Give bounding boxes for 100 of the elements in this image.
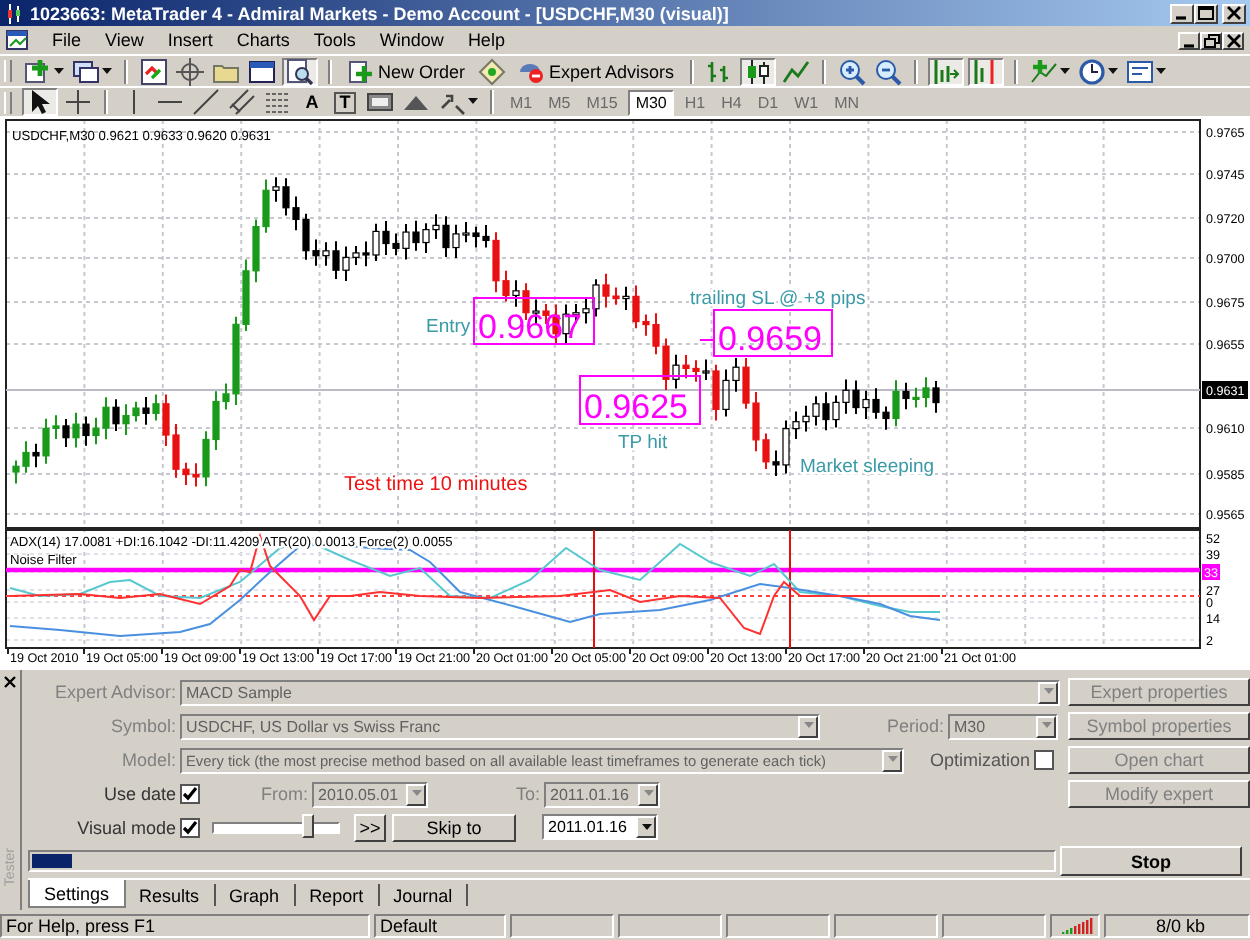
caret-icon[interactable] [468,98,478,106]
status-panel [510,913,614,937]
timeframe-button[interactable]: W1 [788,89,825,115]
timeframe-button[interactable]: M5 [542,89,577,115]
label-icon[interactable] [366,88,394,116]
timeframe-button[interactable]: H1 [678,89,712,115]
chart-note: Entry [426,316,471,338]
magnifier-icon[interactable] [286,57,314,85]
restore-button[interactable] [1200,31,1222,49]
close-button[interactable] [1222,31,1244,49]
compass-icon[interactable] [176,57,204,85]
status-panel [942,913,1046,937]
timeframe-button[interactable]: H4 [715,89,748,115]
menu-item[interactable]: Insert [155,30,225,50]
fast-forward-button[interactable]: >> [354,813,386,842]
caret-icon [803,722,813,731]
field-label: Expert Advisor: [52,682,178,703]
caret-icon [1041,722,1051,731]
line-chart-icon[interactable] [782,57,811,85]
marker-line [593,529,595,649]
price-label: 0.9625 [579,375,701,426]
toolbar-button[interactable]: Expert Advisors [511,57,681,85]
chart-note: trailing SL @ +8 pips [690,288,866,310]
autoscroll-icon[interactable] [932,57,961,85]
minimize-button[interactable] [1178,31,1200,49]
caret-icon[interactable] [1108,67,1119,75]
date-field[interactable]: 2011.01.16 [542,814,658,841]
tab[interactable]: Results [125,884,216,907]
tab[interactable]: Settings [28,880,126,909]
caret-icon[interactable] [1156,67,1167,75]
stop-button[interactable]: Stop [1060,846,1242,877]
minimize-button[interactable] [1170,3,1194,23]
status-panel [726,913,830,937]
status-text: Default [374,913,506,937]
template-icon[interactable] [1126,57,1155,85]
trendline-icon[interactable] [192,88,220,116]
restore-icon [1203,33,1219,47]
status-text: 8/0 kb [1104,913,1250,937]
clock-icon[interactable] [1078,57,1107,85]
caret-icon [641,823,651,832]
cursor-icon[interactable] [26,88,54,116]
menu-item[interactable]: File [40,30,94,50]
checkbox[interactable] [180,817,200,838]
window-icon[interactable] [248,57,276,85]
menu-item[interactable]: Charts [224,30,302,50]
checkbox[interactable] [180,784,200,804]
checkbox[interactable] [1034,750,1054,771]
caret-icon[interactable] [102,67,112,75]
candlestick-icon [4,3,24,23]
caret-icon [643,790,653,798]
menu-item[interactable]: Tools [301,30,368,50]
chart-note: TP hit [618,432,668,454]
status-text: For Help, press F1 [0,913,370,937]
maximize-button[interactable] [1194,3,1218,23]
field-label: To: [513,784,542,804]
caret-icon [887,756,897,765]
caret-icon[interactable] [1060,67,1071,75]
price-label: 0.9659 [713,309,833,358]
caret-icon [1043,688,1053,697]
slider-thumb[interactable] [301,813,314,838]
windows-icon[interactable] [72,57,100,85]
chart-window-icon[interactable] [6,30,28,50]
text-tool-button[interactable]: T [334,91,356,113]
timeframe-button[interactable]: M30 [627,89,675,115]
diamond-icon[interactable] [477,57,506,85]
quotes-icon[interactable] [140,57,168,85]
status-panel [834,913,938,937]
close-icon [1225,33,1241,47]
zoom-in-icon[interactable] [838,57,867,85]
connection-bars-icon [1061,916,1093,934]
menu-item[interactable]: View [93,30,156,50]
channel-icon[interactable] [228,88,256,116]
timeframe-button[interactable]: D1 [751,89,785,115]
marker-line [789,529,791,649]
candlestick-icon[interactable] [744,57,773,85]
status-panel [618,913,722,937]
field-label: Model: [119,750,178,771]
timeframe-button[interactable]: MN [828,89,866,115]
timeframe-button[interactable]: M1 [504,89,539,115]
skip-to-button[interactable]: Skip to [392,813,516,842]
checkbox-label: Visual mode [75,817,178,838]
add-chart-icon[interactable] [24,57,52,85]
field-label: Symbol: [108,716,178,737]
tab[interactable]: Journal [379,884,469,907]
chart-note: Market sleeping [800,456,935,478]
field-label: Period: [884,716,946,737]
timeframe-button[interactable]: M15 [580,89,624,115]
field-label: From: [259,784,310,804]
menu-item[interactable]: Window [367,30,456,50]
tab[interactable]: Graph [215,884,296,907]
close-icon[interactable] [4,676,16,688]
checkbox-label: Optimization [927,750,1032,771]
add-indicator-icon[interactable] [1030,57,1059,85]
text-tool-button[interactable]: A [298,88,326,116]
crosshair-icon[interactable] [64,88,92,116]
zoom-out-icon[interactable] [874,57,903,85]
caret-icon[interactable] [54,67,64,75]
toolbar-button[interactable]: New Order [342,57,472,85]
menu-item[interactable]: Help [455,30,517,50]
tab[interactable]: Report [295,884,380,907]
